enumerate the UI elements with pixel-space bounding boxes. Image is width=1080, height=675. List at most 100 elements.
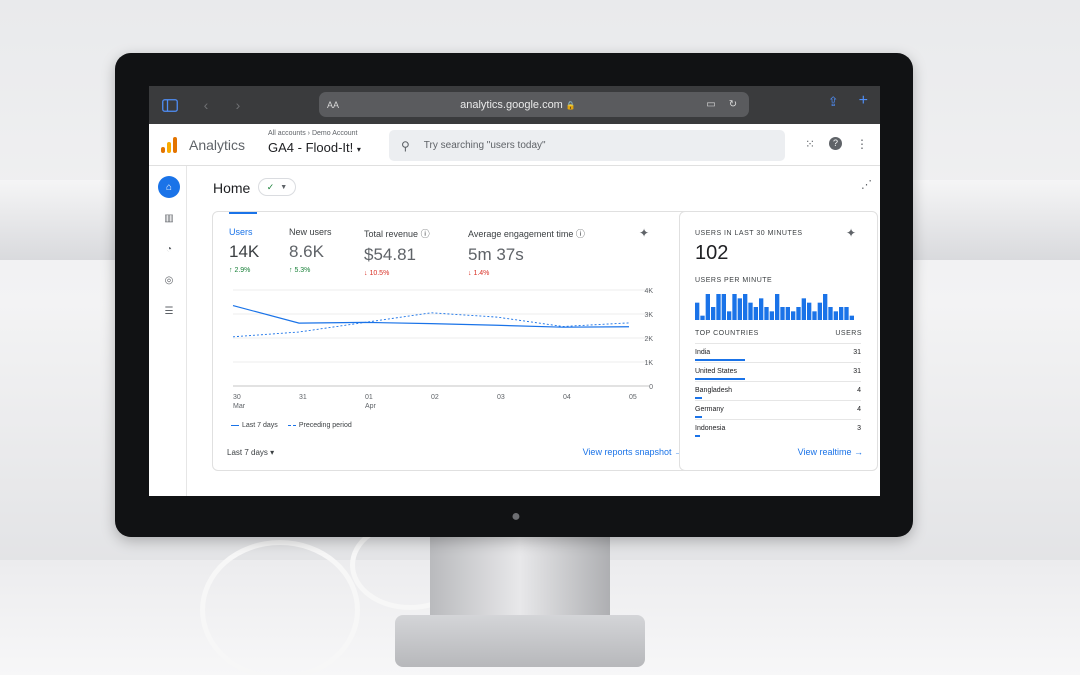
per-minute-bar[interactable] (828, 307, 833, 320)
x-tick-label: 02 (431, 394, 439, 401)
per-minute-bar[interactable] (727, 311, 732, 320)
country-row[interactable]: Bangladesh 4 (695, 381, 861, 400)
date-range-dropdown[interactable]: Last 7 days ▾ (227, 448, 274, 457)
per-minute-bar[interactable] (791, 311, 796, 320)
per-minute-bar[interactable] (769, 311, 774, 320)
per-minute-bar[interactable] (748, 302, 753, 320)
users-per-minute-chart (695, 294, 854, 320)
reports-nav-icon[interactable]: ▥ (158, 207, 180, 229)
more-vert-icon[interactable]: ⋮ (856, 137, 868, 151)
metric-value: 14K (229, 242, 260, 261)
sidebar-icon[interactable] (159, 94, 181, 116)
search-input[interactable]: ⚲ Try searching "users today" (389, 130, 785, 161)
address-bar[interactable]: AA analytics.google.com 🔒 ▭ ↻ (319, 92, 749, 117)
screen: ‹ › AA analytics.google.com 🔒 ▭ ↻ ⇪ + An… (149, 86, 880, 496)
per-minute-bar[interactable] (759, 298, 764, 320)
overview-card: Users 14K ↑ 2.9% New users 8.6K ↑ 5.3% T… (212, 211, 698, 471)
y-tick-label: 4K (644, 288, 653, 295)
product-name: Analytics (189, 137, 246, 153)
lock-icon: 🔒 (565, 100, 576, 110)
country-row[interactable]: India 31 (695, 343, 861, 362)
country-share-bar (695, 397, 702, 399)
page-title: Home (213, 180, 251, 196)
country-users: 31 (853, 368, 861, 375)
per-minute-bar[interactable] (849, 315, 854, 320)
per-minute-bar[interactable] (711, 307, 716, 320)
country-name: Bangladesh (695, 387, 732, 394)
country-users: 4 (857, 406, 861, 413)
new-tab-icon[interactable]: + (859, 93, 868, 110)
apps-icon[interactable]: ⁙ (805, 137, 815, 151)
per-minute-bar[interactable] (812, 311, 817, 320)
per-minute-bar[interactable] (801, 298, 806, 320)
browser-toolbar: ‹ › AA analytics.google.com 🔒 ▭ ↻ ⇪ + (149, 86, 880, 124)
metric-new-users[interactable]: New users 8.6K ↑ 5.3% (289, 227, 332, 274)
configure-nav-icon[interactable]: ☰ (158, 300, 180, 322)
per-minute-bar[interactable] (775, 294, 780, 320)
y-tick-label: 3K (644, 312, 653, 319)
per-minute-bar[interactable] (737, 298, 742, 320)
country-row[interactable]: Germany 4 (695, 400, 861, 419)
view-reports-snapshot-link[interactable]: View reports snapshot → (583, 447, 683, 457)
per-minute-bar[interactable] (716, 294, 721, 320)
text-size-button[interactable]: AA (327, 100, 339, 110)
per-minute-bar[interactable] (823, 294, 828, 320)
series-line-current (232, 305, 630, 328)
main-content: ⌂ ▥ ◔ ◎ ☰ Home ✓ ▼ ⋰ Users 14K ↑ 2.9% New… (149, 166, 880, 496)
sparkle-icon[interactable]: ✦ (639, 226, 649, 240)
per-minute-bar[interactable] (796, 307, 801, 320)
home-nav-icon[interactable]: ⌂ (158, 176, 180, 198)
monitor-foot (395, 615, 645, 667)
back-icon[interactable]: ‹ (195, 94, 217, 116)
per-minute-bar[interactable] (743, 294, 748, 320)
x-tick-label: 03 (497, 394, 505, 401)
selected-metric-indicator (229, 212, 257, 214)
view-realtime-link[interactable]: View realtime → (798, 447, 863, 457)
per-minute-bar[interactable] (700, 315, 705, 320)
share-icon[interactable]: ⇪ (828, 94, 839, 110)
metric-delta: ↑ 5.3% (289, 267, 311, 274)
per-minute-bar[interactable] (705, 294, 710, 320)
metric-total-revenue[interactable]: Total revenue ⓘ $54.81 ↓ 10.5% (364, 227, 430, 277)
help-icon[interactable]: ? (829, 137, 842, 150)
per-minute-bar[interactable] (817, 302, 822, 320)
extension-icon[interactable]: ▭ (703, 99, 719, 110)
x-tick-label: 01 (365, 394, 373, 401)
metric-value: 8.6K (289, 242, 324, 261)
per-minute-bar[interactable] (695, 302, 700, 320)
per-minute-bar[interactable] (844, 307, 849, 320)
country-users: 3 (857, 425, 861, 432)
per-minute-bar[interactable] (780, 307, 785, 320)
analytics-header: Analytics All accounts › Demo Account GA… (149, 124, 880, 166)
overview-footer: Last 7 days ▾ View reports snapshot → (213, 434, 697, 470)
per-minute-bar[interactable] (785, 307, 790, 320)
per-minute-bar[interactable] (807, 302, 812, 320)
forward-icon[interactable]: › (227, 94, 249, 116)
country-name: Germany (695, 406, 724, 413)
reload-icon[interactable]: ↻ (725, 99, 741, 110)
per-minute-bar[interactable] (753, 307, 758, 320)
help-outline-icon: ⓘ (575, 229, 585, 239)
metric-engagement-time[interactable]: Average engagement time ⓘ 5m 37s ↓ 1.4% (468, 227, 585, 277)
country-row[interactable]: United States 31 (695, 362, 861, 381)
search-placeholder: Try searching "users today" (423, 140, 546, 151)
per-minute-bar[interactable] (839, 307, 844, 320)
country-share-bar (695, 416, 702, 418)
account-selector[interactable]: All accounts › Demo Account GA4 - Flood-… (268, 130, 361, 155)
per-minute-bar[interactable] (833, 311, 838, 320)
x-tick-label: 05 (629, 394, 637, 401)
search-icon: ⚲ (401, 138, 410, 153)
per-minute-bar[interactable] (764, 307, 769, 320)
country-users: 31 (853, 349, 861, 356)
explore-nav-icon[interactable]: ◔ (158, 238, 180, 260)
metric-delta: ↑ 2.9% (229, 267, 251, 274)
metric-users[interactable]: Users 14K ↑ 2.9% (229, 227, 259, 274)
metric-value: $54.81 (364, 245, 416, 264)
per-minute-bar[interactable] (721, 294, 726, 320)
advertising-nav-icon[interactable]: ◎ (158, 269, 180, 291)
sparkle-icon[interactable]: ✦ (846, 226, 856, 240)
insights-icon[interactable]: ⋰ (861, 178, 872, 191)
metric-label: Total revenue ⓘ (364, 229, 430, 239)
status-badge[interactable]: ✓ ▼ (258, 178, 296, 196)
per-minute-bar[interactable] (732, 294, 737, 320)
